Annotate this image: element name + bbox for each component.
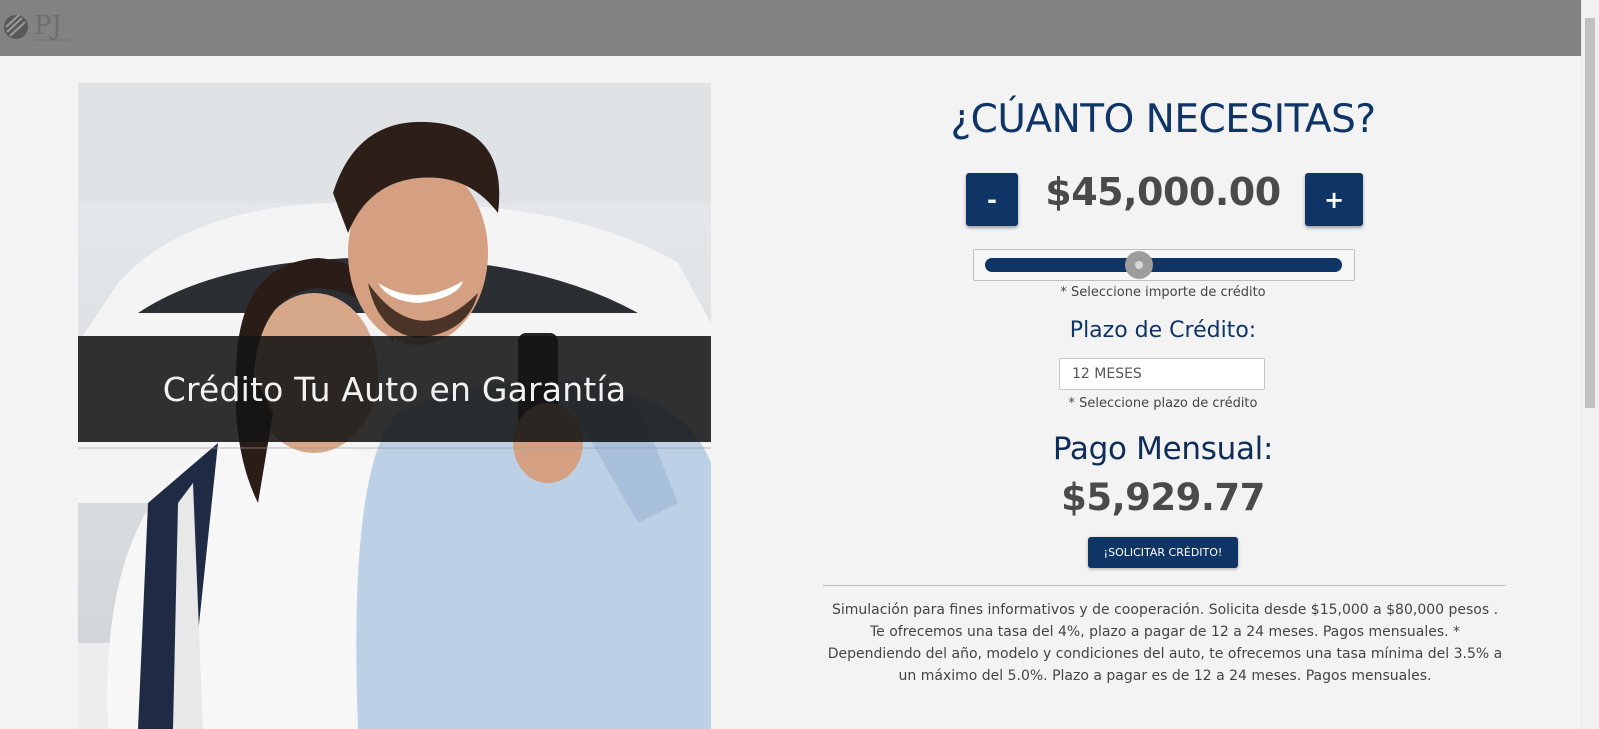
calculator-heading: ¿CÚANTO NECESITAS?: [950, 97, 1376, 142]
disclaimer-text: Simulación para fines informativos y de …: [827, 602, 1503, 684]
divider: [823, 585, 1506, 586]
amount-slider-handle[interactable]: [1124, 251, 1153, 279]
scrollbar-thumb[interactable]: [1585, 18, 1595, 408]
term-hint: * Seleccione plazo de crédito: [1068, 396, 1258, 411]
logo-text: PJ: [34, 11, 62, 41]
top-navbar: PJ: [0, 0, 1582, 56]
term-label: Plazo de Crédito:: [1069, 318, 1257, 343]
hero-image: Crédito Tu Auto en Garantía: [78, 83, 711, 729]
logo-icon: PJ: [4, 11, 69, 41]
hero-title: Crédito Tu Auto en Garantía: [162, 369, 627, 409]
apply-credit-button[interactable]: ¡SOLICITAR CRÉDITO!: [1088, 537, 1238, 568]
company-logo[interactable]: PJ: [2, 7, 72, 47]
hero-title-band: Crédito Tu Auto en Garantía: [78, 336, 711, 442]
page-scrollbar[interactable]: [1581, 0, 1599, 729]
term-select[interactable]: 12 MESES: [1059, 358, 1265, 390]
decrease-amount-button[interactable]: -: [966, 173, 1018, 226]
monthly-payment-value: $5,929.77: [1061, 476, 1265, 519]
monthly-payment-label: Pago Mensual:: [1052, 431, 1274, 467]
loan-amount-value: $45,000.00: [1045, 170, 1281, 214]
amount-slider[interactable]: [973, 249, 1355, 281]
term-select-value: 12 MESES: [1072, 366, 1142, 382]
increase-amount-button[interactable]: +: [1305, 173, 1363, 226]
amount-slider-track[interactable]: [985, 258, 1342, 272]
amount-hint: * Seleccione importe de crédito: [1060, 285, 1266, 300]
